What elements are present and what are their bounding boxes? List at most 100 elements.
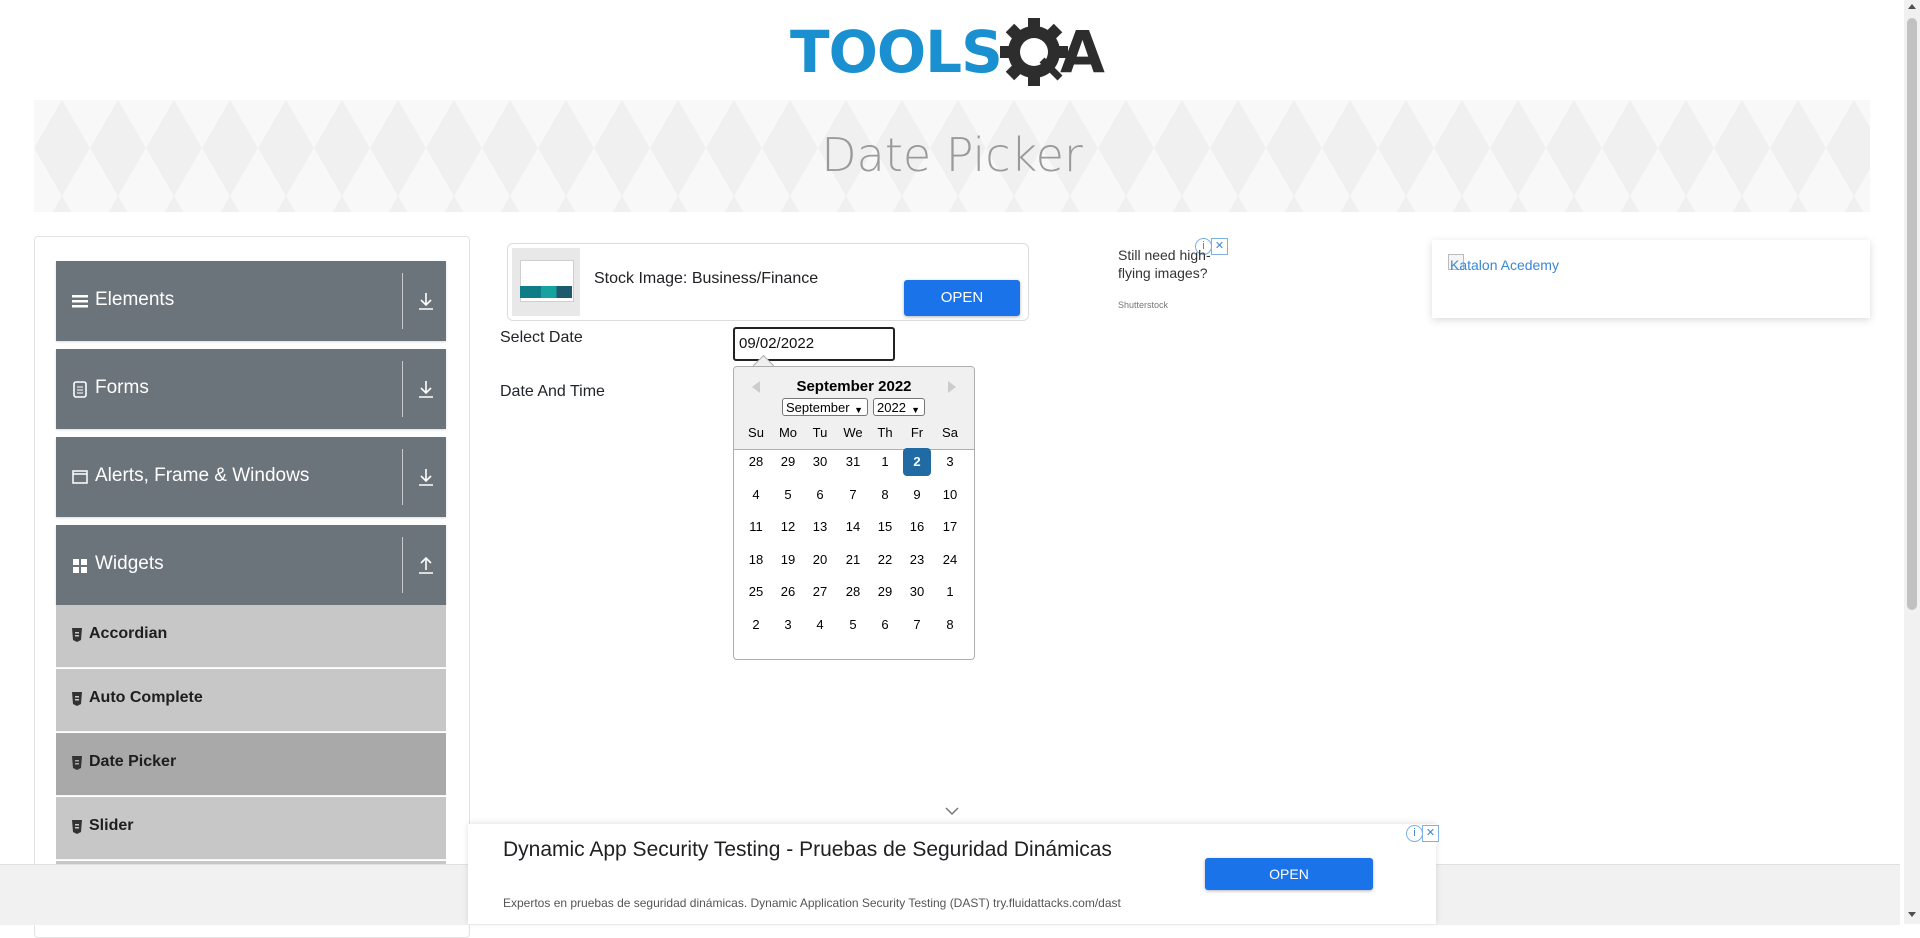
ad-katalon[interactable]: Katalon Acedemy bbox=[1432, 240, 1870, 318]
sidebar-group-forms[interactable]: Forms bbox=[56, 349, 446, 429]
calendar-day[interactable]: 18 bbox=[742, 546, 770, 574]
sidebar-item-date-picker[interactable]: Date Picker bbox=[56, 733, 446, 796]
ad-open-button[interactable]: OPEN bbox=[904, 280, 1020, 316]
divider bbox=[402, 449, 403, 505]
download-icon[interactable] bbox=[417, 291, 435, 311]
calendar-day[interactable]: 30 bbox=[806, 448, 834, 476]
sidebar-item-slider[interactable]: Slider bbox=[56, 797, 446, 860]
gear-icon bbox=[1000, 18, 1068, 86]
calendar-day[interactable]: 20 bbox=[806, 546, 834, 574]
sidebar-group-widgets[interactable]: Widgets bbox=[56, 525, 446, 605]
ad-close-icon[interactable]: ✕ bbox=[1422, 825, 1439, 842]
date-input[interactable]: 09/02/2022 bbox=[733, 327, 895, 361]
html-icon bbox=[72, 756, 82, 770]
calendar-day[interactable]: 2 bbox=[742, 611, 770, 639]
ad-shutterstock[interactable]: i ✕ Still need high-flying images? Shutt… bbox=[1113, 238, 1233, 318]
calendar-day[interactable]: 21 bbox=[839, 546, 867, 574]
calendar-day[interactable]: 6 bbox=[806, 481, 834, 509]
certificate-thumbnail bbox=[512, 248, 580, 316]
ad-banner-stock-image[interactable]: Stock Image: Business/Finance OPEN bbox=[507, 243, 1029, 321]
calendar-day[interactable]: 12 bbox=[774, 513, 802, 541]
date-time-label: Date And Time bbox=[500, 383, 605, 400]
scrollbar-thumb[interactable] bbox=[1907, 18, 1917, 610]
ad-alt-text[interactable]: Katalon Acedemy bbox=[1450, 257, 1559, 273]
chevron-down-icon[interactable] bbox=[945, 806, 959, 816]
calendar-day[interactable]: 8 bbox=[936, 611, 964, 639]
calendar-day[interactable]: 6 bbox=[871, 611, 899, 639]
calendar-day[interactable]: 11 bbox=[742, 513, 770, 541]
page-title: Date Picker bbox=[821, 128, 1083, 182]
calendar-day[interactable]: 14 bbox=[839, 513, 867, 541]
calendar-day[interactable]: 9 bbox=[903, 481, 931, 509]
calendar-day[interactable]: 5 bbox=[774, 481, 802, 509]
weekday-label: Fr bbox=[910, 425, 924, 440]
scroll-down-icon[interactable] bbox=[1908, 912, 1916, 917]
weekday-label: Mo bbox=[778, 425, 798, 440]
ad-bottom-banner[interactable]: i ✕ Dynamic App Security Testing - Prueb… bbox=[468, 824, 1439, 924]
calendar-day[interactable]: 13 bbox=[806, 513, 834, 541]
ad-info-icon[interactable]: i bbox=[1406, 825, 1423, 842]
divider bbox=[402, 537, 403, 593]
sidebar-item-label: Accordian bbox=[89, 625, 168, 642]
calendar-day[interactable]: 7 bbox=[839, 481, 867, 509]
upload-icon[interactable] bbox=[417, 555, 435, 575]
sidebar-group-label: Widgets bbox=[95, 553, 164, 574]
calendar-day[interactable]: 30 bbox=[903, 578, 931, 606]
calendar-day[interactable]: 10 bbox=[936, 481, 964, 509]
calendar-day[interactable]: 5 bbox=[839, 611, 867, 639]
calendar-day[interactable]: 31 bbox=[839, 448, 867, 476]
calendar-day[interactable]: 29 bbox=[871, 578, 899, 606]
calendar-day[interactable]: 7 bbox=[903, 611, 931, 639]
sidebar-group-elements[interactable]: Elements bbox=[56, 261, 446, 341]
calendar-day[interactable]: 16 bbox=[903, 513, 931, 541]
calendar-day[interactable]: 28 bbox=[839, 578, 867, 606]
calendar-day[interactable]: 25 bbox=[742, 578, 770, 606]
calendar-day[interactable]: 29 bbox=[774, 448, 802, 476]
calendar-day[interactable]: 26 bbox=[774, 578, 802, 606]
html-icon bbox=[72, 692, 82, 706]
sidebar-item-auto-complete[interactable]: Auto Complete bbox=[56, 669, 446, 732]
calendar-day[interactable]: 19 bbox=[774, 546, 802, 574]
logo-qa-text: A bbox=[1060, 18, 1105, 86]
calendar-day[interactable]: 3 bbox=[774, 611, 802, 639]
chevron-down-icon: ▼ bbox=[854, 405, 863, 415]
calendar-day-selected[interactable]: 2 bbox=[903, 448, 931, 476]
download-icon[interactable] bbox=[417, 467, 435, 487]
html-icon bbox=[72, 820, 82, 834]
sidebar-item-accordian[interactable]: Accordian bbox=[56, 605, 446, 668]
calendar-day[interactable]: 1 bbox=[936, 578, 964, 606]
calendar-day[interactable]: 23 bbox=[903, 546, 931, 574]
calendar-month-title: September 2022 bbox=[796, 378, 912, 395]
calendar-day[interactable]: 24 bbox=[936, 546, 964, 574]
sidebar-item-label: Auto Complete bbox=[89, 689, 203, 706]
hamburger-icon bbox=[72, 295, 88, 308]
calendar-day[interactable]: 4 bbox=[742, 481, 770, 509]
calendar-day[interactable]: 28 bbox=[742, 448, 770, 476]
sidebar-group-label: Forms bbox=[95, 377, 149, 398]
toolsqa-logo[interactable]: TOOLS A bbox=[790, 14, 1116, 94]
html-icon bbox=[72, 628, 82, 642]
calendar-day[interactable]: 22 bbox=[871, 546, 899, 574]
calendar-day[interactable]: 27 bbox=[806, 578, 834, 606]
year-select[interactable]: 2022 ▼ bbox=[873, 398, 925, 416]
scroll-up-icon[interactable] bbox=[1908, 4, 1916, 9]
widgets-icon bbox=[73, 559, 87, 573]
calendar-day[interactable]: 17 bbox=[936, 513, 964, 541]
sidebar-group-label: Alerts, Frame & Windows bbox=[95, 465, 310, 486]
calendar-day[interactable]: 4 bbox=[806, 611, 834, 639]
weekday-label: Tu bbox=[812, 425, 828, 440]
next-month-icon[interactable] bbox=[948, 381, 956, 393]
select-date-label: Select Date bbox=[500, 329, 583, 346]
ad-text: Still need high-flying images? bbox=[1118, 247, 1211, 281]
calendar-day[interactable]: 3 bbox=[936, 448, 964, 476]
calendar-day[interactable]: 1 bbox=[871, 448, 899, 476]
calendar-day[interactable]: 8 bbox=[871, 481, 899, 509]
download-icon[interactable] bbox=[417, 379, 435, 399]
ad-open-button[interactable]: OPEN bbox=[1205, 858, 1373, 890]
sidebar-group-alerts[interactable]: Alerts, Frame & Windows bbox=[56, 437, 446, 517]
form-icon bbox=[73, 381, 87, 398]
calendar-header: September 2022 September ▼ 2022 ▼ Su Mo Tu We… bbox=[734, 367, 974, 450]
month-select[interactable]: September ▼ bbox=[782, 398, 868, 416]
calendar-day[interactable]: 15 bbox=[871, 513, 899, 541]
ad-headline: Dynamic App Security Testing - Pruebas d… bbox=[503, 838, 1112, 861]
